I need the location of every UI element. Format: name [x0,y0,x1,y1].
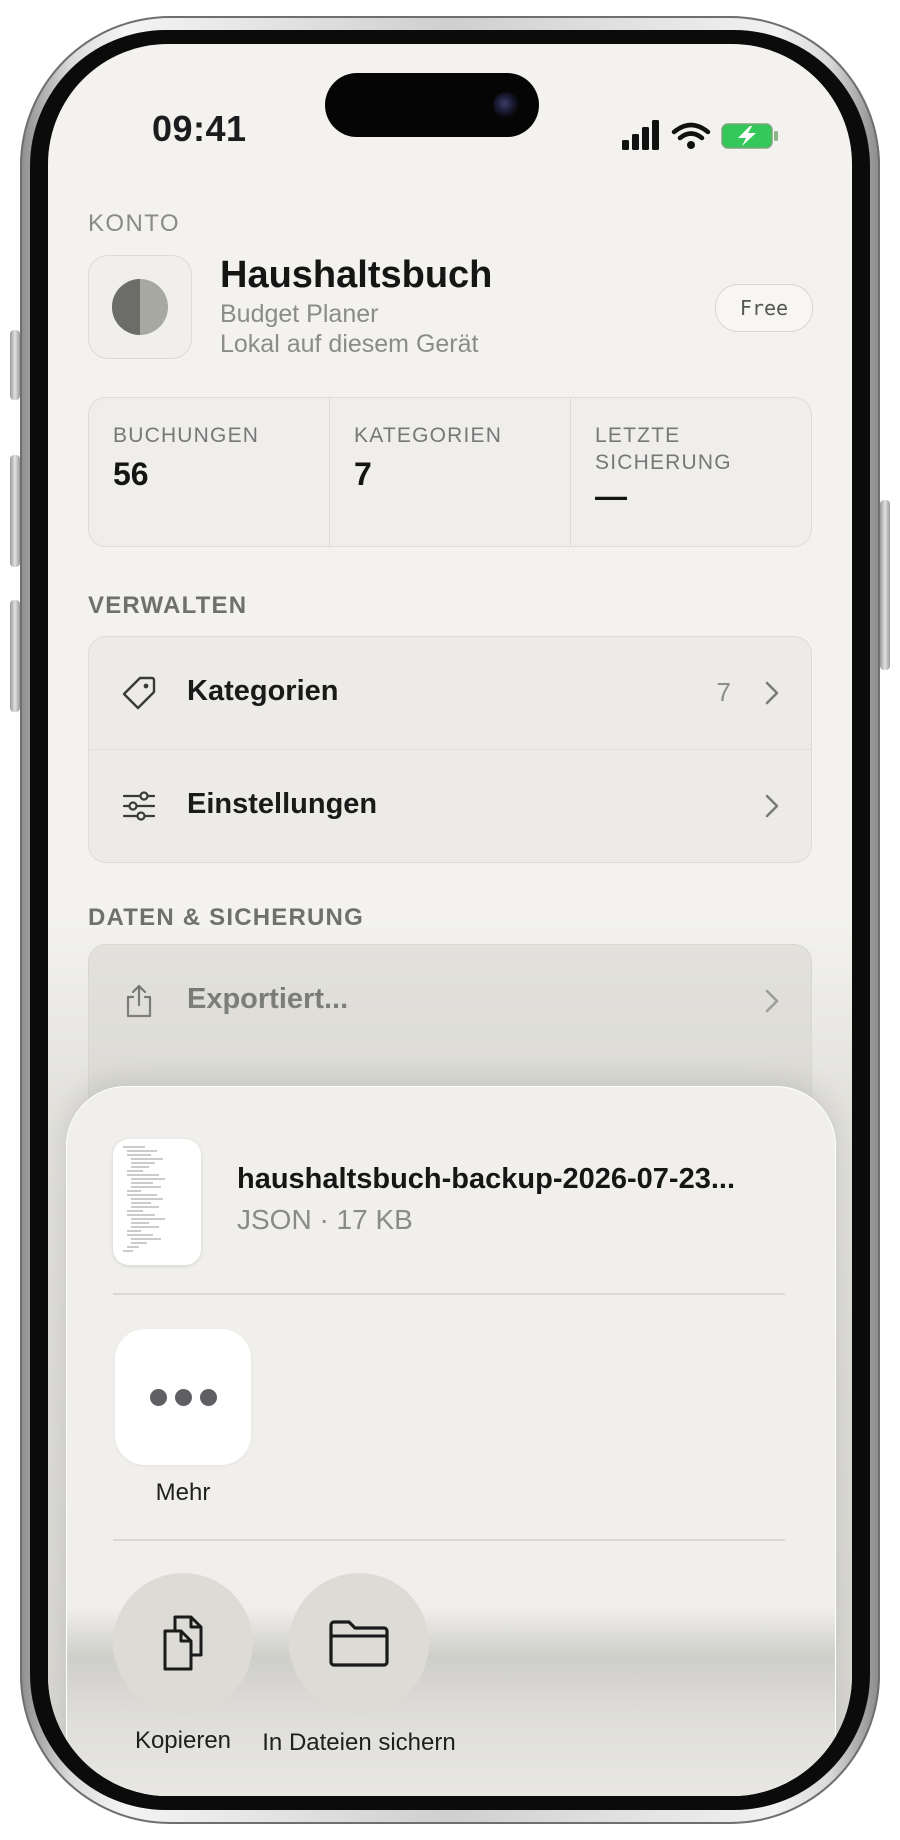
save-to-files-label: In Dateien sichern [262,1729,456,1756]
row-export[interactable]: Exportiert... [89,945,811,1057]
save-to-files-button[interactable] [289,1573,429,1713]
action-button [10,330,20,400]
copy-icon [163,1615,203,1671]
copy-button[interactable] [113,1573,253,1713]
app-icon [88,255,192,359]
folder-icon [329,1620,389,1667]
power-button [880,500,890,670]
plan-badge[interactable]: Free [715,284,813,332]
more-icon [150,1389,167,1406]
wifi-dot-icon [687,141,695,149]
row-label: Exportiert... [187,983,349,1015]
more-apps-label: Mehr [155,1479,211,1506]
status-time: 09:41 [152,108,247,149]
stat-value: — [595,478,627,514]
chevron-right-icon [765,681,779,705]
battery-charging-icon [721,123,778,149]
more-icon [200,1389,217,1406]
row-settings[interactable]: Einstellungen [89,749,811,862]
storage-location: Lokal auf diesem Gerät [220,330,479,358]
manage-list: Kategorien 7 Einstellungen [88,636,812,863]
file-thumbnail [113,1139,201,1265]
row-label: Einstellungen [187,788,378,820]
volume-down-button [10,600,20,712]
section-label-data-backup: DATEN & SICHERUNG [88,904,364,931]
screen: 09:41 KONTO Haushaltsbuch Budget Planer … [48,44,852,1796]
share-sheet: haushaltsbuch-backup-2026-07-23... JSON … [66,1086,836,1796]
chevron-right-icon [765,989,779,1013]
row-categories[interactable]: Kategorien 7 [89,637,811,749]
row-label: Kategorien [187,675,339,707]
app-title: Haushaltsbuch [220,254,493,296]
status-icons [622,120,778,150]
stat-bookings: BUCHUNGEN 56 [89,398,330,546]
json-preview-icon [123,1146,165,1252]
stat-last-backup: LETZTE SICHERUNG — [571,398,811,546]
camera-icon [493,92,519,118]
stat-categories: KATEGORIEN 7 [330,398,571,546]
sliders-icon [122,791,156,821]
dynamic-island [325,73,539,137]
file-name: haushaltsbuch-backup-2026-07-23... [237,1163,735,1195]
share-icon [126,984,152,1018]
file-meta: JSON · 17 KB [237,1204,413,1235]
section-label-manage: VERWALTEN [88,592,248,619]
stat-value: 7 [354,456,372,492]
stat-label: LETZTE SICHERUNG [595,424,732,474]
copy-label: Kopieren [134,1727,232,1754]
volume-up-button [10,455,20,567]
more-icon [175,1389,192,1406]
tag-icon [122,676,156,710]
cellular-signal-icon [622,120,659,150]
more-apps-button[interactable] [115,1329,251,1465]
section-label-account: KONTO [88,210,180,237]
wifi-icon [671,122,711,141]
stats-card: BUCHUNGEN 56 KATEGORIEN 7 LETZTE SICHERU… [88,397,812,547]
half-circle-logo-icon [112,279,168,335]
row-count: 7 [716,677,731,707]
account-page: 09:41 KONTO Haushaltsbuch Budget Planer … [48,44,852,1796]
app-subtitle: Budget Planer [220,300,379,328]
chevron-right-icon [765,794,779,818]
stat-label: BUCHUNGEN [113,424,260,447]
stat-label: KATEGORIEN [354,424,503,447]
stat-value: 56 [113,456,149,492]
divider [113,1293,785,1295]
divider [113,1539,785,1541]
